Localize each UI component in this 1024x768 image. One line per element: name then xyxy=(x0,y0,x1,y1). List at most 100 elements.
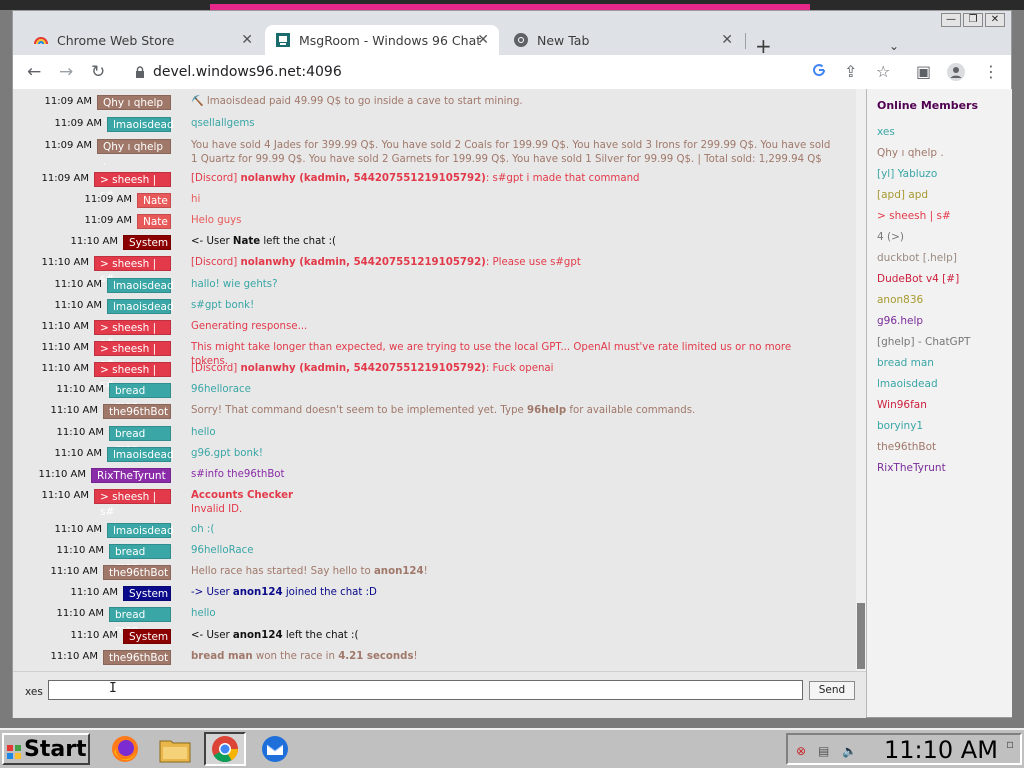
chat-scrollbar[interactable] xyxy=(856,89,866,671)
user-badge[interactable]: > sheesh | s# xyxy=(94,341,171,370)
user-badge[interactable]: System xyxy=(123,235,171,250)
volume-icon[interactable]: 🔈 xyxy=(842,744,857,758)
member-item[interactable]: RixTheTyrunt xyxy=(877,462,946,474)
user-badge[interactable]: bread man xyxy=(109,383,171,412)
user-badge[interactable]: System xyxy=(123,586,171,601)
send-button[interactable]: Send xyxy=(809,681,855,700)
member-item[interactable]: 4 (>) xyxy=(877,231,904,243)
user-badge[interactable]: bread man xyxy=(109,426,171,455)
member-item[interactable]: > sheesh | s# xyxy=(877,210,951,222)
chat-message: 11:10 AM System <- User anon124 left the c… xyxy=(13,629,856,649)
display-icon[interactable]: ▤ xyxy=(818,744,829,758)
user-badge[interactable]: lmaoisdead xyxy=(107,278,174,293)
bookmark-star-icon[interactable]: ☆ xyxy=(876,63,890,81)
user-badge[interactable]: Qhy ı qhelp . xyxy=(97,95,171,124)
tab-search-button[interactable]: ⌄ xyxy=(889,39,899,53)
back-icon[interactable]: ← xyxy=(27,62,41,82)
file-manager-icon[interactable] xyxy=(154,732,196,766)
user-badge[interactable]: bread man xyxy=(109,544,171,573)
profile-icon[interactable] xyxy=(947,63,965,85)
user-badge[interactable]: > sheesh | s# xyxy=(94,256,171,285)
member-item[interactable]: [ghelp] - ChatGPT xyxy=(877,336,970,348)
user-badge[interactable]: the96thBot xyxy=(103,650,171,665)
user-badge[interactable]: > sheesh | s# xyxy=(94,320,171,349)
chrome-icon xyxy=(513,32,529,48)
message-segment: s#info the96thBot xyxy=(191,469,285,480)
chrome-taskbar-icon[interactable] xyxy=(204,732,246,766)
user-badge[interactable]: RixTheTyrunt xyxy=(91,468,171,483)
user-badge[interactable]: lmaoisdead xyxy=(107,117,174,132)
tab-msgroom[interactable]: MsgRoom - Windows 96 Chat ✕ xyxy=(265,25,499,55)
user-badge[interactable]: lmaoisdead xyxy=(107,447,174,462)
network-icon[interactable]: ⊗ xyxy=(796,744,806,758)
tab-close-icon[interactable]: ✕ xyxy=(477,32,489,48)
desktop-corner-icon[interactable]: ▫ xyxy=(1006,737,1014,751)
message-time: 11:09 AM xyxy=(41,173,89,184)
member-item[interactable]: boryiny1 xyxy=(877,420,923,432)
more-menu-icon[interactable]: ⋮ xyxy=(983,63,999,81)
url-text: devel.windows96.net:4096 xyxy=(153,64,342,80)
member-item[interactable]: lmaoisdead xyxy=(877,378,938,390)
message-segment: joined the chat :D xyxy=(282,587,377,598)
member-item[interactable]: bread man xyxy=(877,357,934,369)
member-item[interactable]: Win96fan xyxy=(877,399,927,411)
clock: 11:10 AM xyxy=(884,736,998,764)
message-segment: <- User xyxy=(191,630,233,641)
tab-chrome-web-store[interactable]: Chrome Web Store ✕ xyxy=(23,25,263,55)
member-item[interactable]: duckbot [.help] xyxy=(877,252,957,264)
tab-close-icon[interactable]: ✕ xyxy=(721,32,733,48)
chat-message: 11:10 AM the96thBot Sorry! That command do… xyxy=(13,404,856,424)
current-username: xes xyxy=(25,686,43,698)
message-segment: 4.21 seconds xyxy=(338,651,414,662)
chat-message: 11:09 AM lmaoisdead qsellallgems xyxy=(13,117,856,137)
chat-message: 11:10 AM bread man 96helloRace xyxy=(13,544,856,573)
message-time: 11:10 AM xyxy=(56,545,104,556)
google-icon[interactable] xyxy=(812,63,826,81)
user-badge[interactable]: lmaoisdead xyxy=(107,523,174,538)
user-badge[interactable]: > sheesh | s# xyxy=(94,172,171,201)
message-input-row: xes I Send xyxy=(13,671,866,718)
message-segment: -> User xyxy=(191,587,233,598)
new-tab-button[interactable]: + xyxy=(755,36,772,56)
desktop: — ❐ ✕ Chrome Web Store ✕ MsgRoom - Windo… xyxy=(0,0,1024,768)
message-text: Accounts Checker Invalid ID. xyxy=(191,489,831,517)
member-item[interactable]: [yl] Yabluzo xyxy=(877,168,937,180)
address-bar[interactable]: devel.windows96.net:4096 xyxy=(127,58,817,86)
user-badge[interactable]: > sheesh | s# xyxy=(94,489,171,518)
member-item[interactable]: DudeBot v4 [#] xyxy=(877,273,959,285)
user-badge[interactable]: Nate xyxy=(137,214,171,229)
member-item[interactable]: Qhy ı qhelp . xyxy=(877,147,944,159)
user-badge[interactable]: the96thBot xyxy=(103,565,171,580)
message-text: Hello race has started! Say hello to ano… xyxy=(191,565,831,579)
member-item[interactable]: [apd] apd xyxy=(877,189,928,201)
forward-icon[interactable]: → xyxy=(59,62,73,82)
text-cursor-icon: I xyxy=(109,681,117,696)
firefox-icon[interactable] xyxy=(104,732,146,766)
message-segment: s#gpt bonk! xyxy=(191,300,255,311)
share-icon[interactable]: ⇪ xyxy=(844,63,857,81)
message-segment: nolanwhy (kadmin, 544207551219105792) xyxy=(240,363,486,374)
reload-icon[interactable]: ↻ xyxy=(91,62,105,82)
user-badge[interactable]: the96thBot xyxy=(103,404,171,419)
user-badge[interactable]: > sheesh | s# xyxy=(94,362,171,391)
top-strip xyxy=(0,0,1024,10)
message-segment: for available commands. xyxy=(566,405,696,416)
user-badge[interactable]: Qhy ı qhelp . xyxy=(97,139,171,168)
user-badge[interactable]: bread man xyxy=(109,607,171,636)
message-time: 11:10 AM xyxy=(70,630,118,641)
start-button[interactable]: Start xyxy=(2,733,90,765)
tab-close-icon[interactable]: ✕ xyxy=(241,32,253,48)
thunderbird-icon[interactable] xyxy=(254,732,296,766)
message-segment: Accounts Checker xyxy=(191,490,294,501)
user-badge[interactable]: System xyxy=(123,629,171,644)
scrollbar-thumb[interactable] xyxy=(857,603,865,669)
member-item[interactable]: xes xyxy=(877,126,895,138)
message-input[interactable] xyxy=(48,680,803,700)
user-badge[interactable]: Nate xyxy=(137,193,171,208)
member-item[interactable]: anon836 xyxy=(877,294,923,306)
user-badge[interactable]: lmaoisdead xyxy=(107,299,174,314)
member-item[interactable]: the96thBot xyxy=(877,441,936,453)
side-panel-icon[interactable]: ▣ xyxy=(916,63,931,81)
member-item[interactable]: g96.help xyxy=(877,315,923,327)
tab-new-tab[interactable]: New Tab ✕ xyxy=(503,25,743,55)
